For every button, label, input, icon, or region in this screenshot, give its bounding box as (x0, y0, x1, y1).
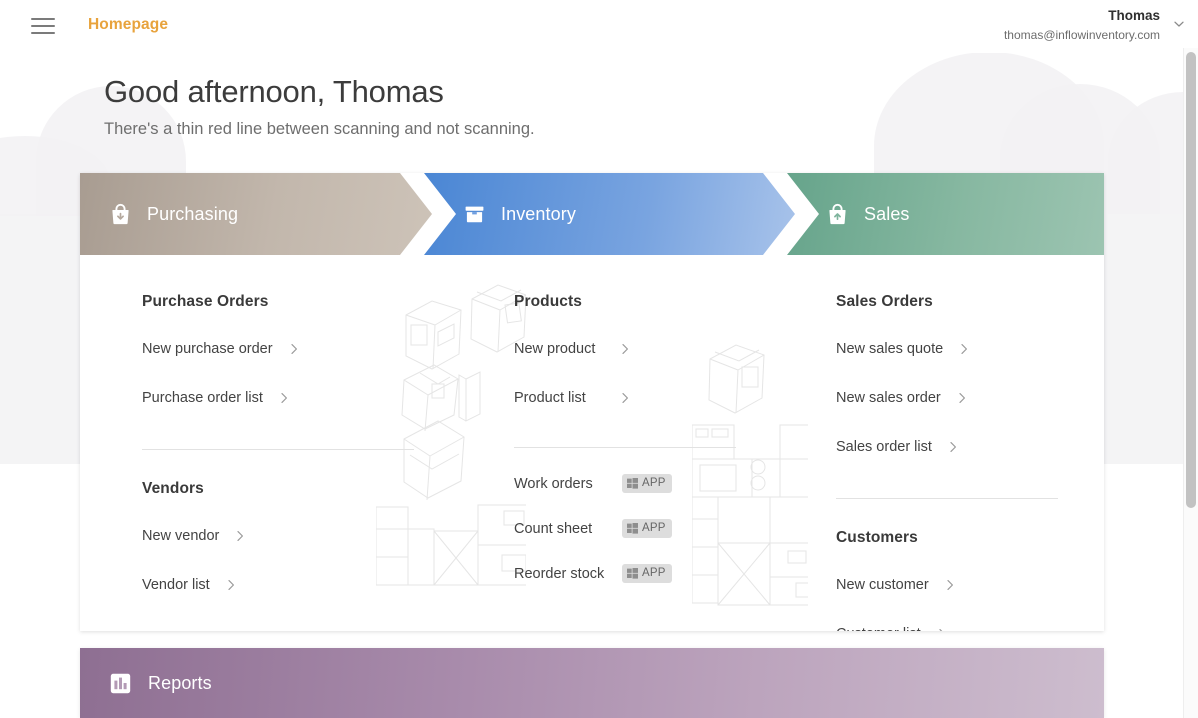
link-customer-list[interactable]: Customer list (836, 623, 949, 631)
app-badge-label: APP (642, 522, 666, 534)
app-badge: APP (622, 474, 672, 493)
bar-chart-icon (108, 671, 133, 696)
app-badge: APP (622, 519, 672, 538)
link-label: Vendor list (142, 577, 210, 593)
link-label: Purchase order list (142, 390, 263, 406)
link-vendor-list[interactable]: Vendor list (142, 574, 238, 596)
greeting-block: Good afternoon, Thomas There's a thin re… (104, 72, 535, 141)
box-icon (462, 202, 487, 227)
scrollbar-thumb[interactable] (1186, 52, 1196, 508)
user-email: thomas@inflowinventory.com (1003, 28, 1160, 42)
link-label: Reorder stock (514, 565, 605, 582)
link-count-sheet[interactable]: Count sheet APP (514, 519, 672, 538)
link-label: New vendor (142, 528, 220, 544)
chevron-right-icon (277, 391, 291, 405)
main-card: Purchasing Inventory Sales Purchase Orde… (80, 173, 1104, 631)
chevron-down-icon[interactable] (1172, 17, 1186, 31)
banner-segment-sales[interactable]: Sales (787, 173, 1104, 255)
app-badge-label: APP (642, 477, 666, 489)
section-title: Products (514, 293, 582, 310)
user-menu[interactable]: Thomas thomas@inflowinventory.com (1004, 8, 1160, 43)
column-sales: Sales Orders New sales quote New sales o… (836, 255, 1104, 631)
link-label: New product (514, 341, 596, 357)
link-new-purchase-order[interactable]: New purchase order (142, 338, 301, 360)
section-title: Purchase Orders (142, 293, 269, 310)
section-title: Sales Orders (836, 293, 933, 310)
link-label: New sales order (836, 390, 941, 406)
reports-bar[interactable]: Reports (80, 648, 1104, 718)
link-new-product[interactable]: New product (514, 338, 632, 360)
link-label: Product list (514, 390, 586, 406)
banner-segment-inventory[interactable]: Inventory (424, 173, 795, 255)
chevron-right-icon (233, 529, 247, 543)
column-purchasing: Purchase Orders New purchase order Purch… (142, 255, 442, 596)
divider (836, 498, 1058, 499)
breadcrumb[interactable]: Homepage (88, 16, 168, 34)
chevron-right-icon (955, 391, 969, 405)
banner-segment-label: Purchasing (147, 203, 239, 224)
banner-segment-label: Inventory (501, 203, 576, 224)
link-work-orders[interactable]: Work orders APP (514, 474, 672, 493)
app-badge-label: APP (642, 567, 666, 579)
windows-logo-icon (627, 568, 638, 579)
column-inventory: Products New product Product list Work o… (514, 255, 814, 583)
banner-segment-label: Sales (864, 203, 910, 224)
link-product-list[interactable]: Product list (514, 387, 632, 409)
app-badge: APP (622, 564, 672, 583)
section-banner: Purchasing Inventory Sales (80, 173, 1104, 255)
page-subtitle: There's a thin red line between scanning… (104, 120, 535, 138)
chevron-right-icon (618, 391, 632, 405)
link-new-vendor[interactable]: New vendor (142, 525, 247, 547)
banner-segment-purchasing[interactable]: Purchasing (80, 173, 432, 255)
chevron-right-icon (618, 342, 632, 356)
link-new-sales-quote[interactable]: New sales quote (836, 338, 971, 360)
app-root: Homepage Thomas thomas@inflowinventory.c… (0, 0, 1198, 718)
link-sales-order-list[interactable]: Sales order list (836, 436, 960, 458)
bag-upload-icon (825, 202, 850, 227)
link-label: New purchase order (142, 341, 273, 357)
link-label: New sales quote (836, 341, 944, 357)
link-label: Count sheet (514, 520, 593, 537)
chevron-right-icon (946, 440, 960, 454)
user-name: Thomas (1108, 8, 1160, 23)
reports-label: Reports (148, 672, 212, 693)
link-reorder-stock[interactable]: Reorder stock APP (514, 564, 672, 583)
bag-download-icon (108, 202, 133, 227)
divider (142, 449, 414, 450)
card-body: Purchase Orders New purchase order Purch… (80, 255, 1104, 631)
chevron-right-icon (935, 627, 949, 631)
hamburger-icon[interactable] (31, 15, 55, 37)
link-purchase-order-list[interactable]: Purchase order list (142, 387, 291, 409)
page-title: Good afternoon, Thomas (104, 74, 444, 109)
top-bar: Homepage Thomas thomas@inflowinventory.c… (0, 0, 1198, 53)
chevron-right-icon (943, 578, 957, 592)
link-new-customer[interactable]: New customer (836, 574, 957, 596)
chevron-right-icon (224, 578, 238, 592)
windows-logo-icon (627, 478, 638, 489)
link-label: Sales order list (836, 439, 932, 455)
link-label: New customer (836, 577, 929, 593)
section-title: Vendors (142, 480, 204, 497)
divider (514, 447, 736, 448)
link-new-sales-order[interactable]: New sales order (836, 387, 969, 409)
windows-logo-icon (627, 523, 638, 534)
chevron-right-icon (957, 342, 971, 356)
chevron-right-icon (287, 342, 301, 356)
link-label: Work orders (514, 475, 593, 492)
link-label: Customer list (836, 626, 921, 631)
section-title: Customers (836, 529, 918, 546)
